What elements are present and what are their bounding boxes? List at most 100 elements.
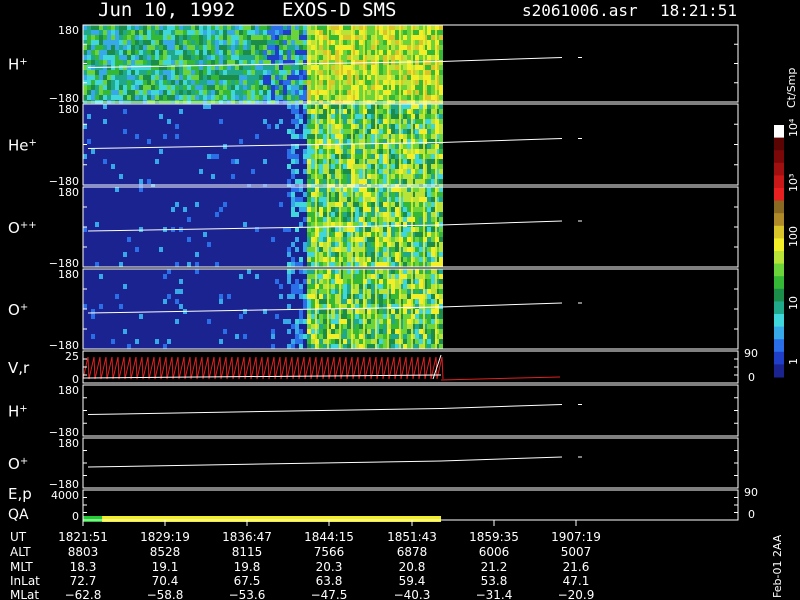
axis-value-ut: 1851:43 bbox=[387, 530, 437, 544]
panel-o-plus-plus: O++180−180 bbox=[8, 186, 739, 270]
axis-value-mlat: −40.3 bbox=[394, 588, 431, 600]
axis-row-label-alt: ALT bbox=[10, 545, 31, 559]
panel-o-plus: O+180−180 bbox=[8, 268, 739, 352]
right-tick-top: 90 bbox=[744, 347, 758, 360]
panel-vr: V,r250900 bbox=[8, 347, 758, 386]
colorbar-swatch bbox=[774, 288, 784, 302]
axis-row-label-ut: UT bbox=[10, 530, 27, 544]
axis-value-inlat: 63.8 bbox=[316, 574, 343, 588]
spectrogram-he-plus bbox=[83, 104, 443, 189]
colorbar-tick-label: 10³ bbox=[787, 174, 800, 192]
axis-value-mlt: 20.3 bbox=[316, 560, 343, 574]
colorbar-swatch bbox=[774, 351, 784, 365]
axis-row-label-mlt: MLT bbox=[10, 560, 33, 574]
axis-value-mlat: −62.8 bbox=[65, 588, 102, 600]
axis-value-inlat: 59.4 bbox=[399, 574, 426, 588]
axis-value-inlat: 53.8 bbox=[481, 574, 508, 588]
axis-value-ut: 1859:35 bbox=[469, 530, 519, 544]
colorbar-swatch bbox=[774, 339, 784, 353]
panel-stack: H+180−180He+180−180O++180−180O+180−180V,… bbox=[8, 24, 758, 523]
spectrogram-o-plus-plus bbox=[83, 187, 443, 267]
qa-segment-1 bbox=[102, 516, 442, 522]
panel-h-plus: H+180−180 bbox=[8, 24, 739, 105]
axis-value-mlat: −53.6 bbox=[229, 588, 266, 600]
colorbar-swatch bbox=[774, 326, 784, 340]
colorbar-swatch bbox=[774, 314, 784, 328]
spectrogram-o-plus bbox=[83, 269, 443, 349]
axis-value-mlat: −58.8 bbox=[147, 588, 184, 600]
y-tick-bottom: 0 bbox=[72, 510, 79, 523]
axis-value-ut: 1844:15 bbox=[304, 530, 354, 544]
axis-value-ut: 1836:47 bbox=[222, 530, 272, 544]
axis-value-alt: 8803 bbox=[68, 545, 99, 559]
y-tick-top: 4000 bbox=[51, 489, 79, 502]
axis-value-alt: 6006 bbox=[479, 545, 510, 559]
colorbar-tick-label: 100 bbox=[787, 226, 800, 247]
header-date: Jun 10, 1992 bbox=[98, 0, 235, 21]
colorbar-swatch bbox=[774, 251, 784, 265]
colorbar-swatch bbox=[774, 175, 784, 189]
axis-value-inlat: 67.5 bbox=[234, 574, 261, 588]
colorbar-swatch bbox=[774, 200, 784, 214]
axis-value-mlt: 21.2 bbox=[481, 560, 508, 574]
axis-value-ut: 1829:19 bbox=[140, 530, 190, 544]
ion-spectrogram-figure: Jun 10, 1992 EXOS-D SMS s2061006.asr 18:… bbox=[0, 0, 800, 600]
axis-value-mlat: −20.9 bbox=[558, 588, 595, 600]
colorbar-swatch bbox=[774, 150, 784, 164]
colorbar-tick-label: 10 bbox=[787, 296, 800, 310]
qa-segment-0 bbox=[83, 516, 103, 522]
axis-row-label-inlat: InLat bbox=[10, 574, 40, 588]
colorbar-swatch bbox=[774, 125, 784, 139]
header-time: 18:21:51 bbox=[660, 1, 737, 20]
axis-value-mlt: 18.3 bbox=[70, 560, 97, 574]
axis-value-inlat: 47.1 bbox=[563, 574, 590, 588]
colorbar-swatch bbox=[774, 301, 784, 315]
panel-ep-qa: E,p QA 4000 0 90 0 bbox=[8, 485, 758, 523]
colorbar-swatch bbox=[774, 162, 784, 176]
panel-h-plus-2: H+180−180 bbox=[8, 384, 739, 439]
colorbar-swatch bbox=[774, 276, 784, 290]
axis-value-alt: 8528 bbox=[150, 545, 181, 559]
header-file: s2061006.asr bbox=[522, 1, 638, 20]
axis-value-alt: 8115 bbox=[232, 545, 263, 559]
axis-value-mlt: 19.1 bbox=[152, 560, 179, 574]
right-tick-bottom: 0 bbox=[748, 508, 755, 521]
axis-value-mlt: 21.6 bbox=[563, 560, 590, 574]
axis-value-inlat: 70.4 bbox=[152, 574, 179, 588]
axis-value-alt: 7566 bbox=[314, 545, 345, 559]
axis-value-mlat: −47.5 bbox=[311, 588, 348, 600]
colorbar-swatch bbox=[774, 364, 784, 378]
y-tick-top: 180 bbox=[58, 24, 79, 37]
panel-he-plus: He+180−180 bbox=[8, 103, 739, 189]
panel-o-plus-2: O+180−180 bbox=[8, 437, 739, 491]
y-tick-top: 180 bbox=[58, 186, 79, 199]
version-stamp: Feb-01 2AA bbox=[771, 534, 784, 598]
colorbar-swatch bbox=[774, 225, 784, 239]
y-tick-top: 25 bbox=[65, 350, 79, 363]
y-tick-top: 180 bbox=[58, 268, 79, 281]
axis-row-label-mlat: MLat bbox=[10, 588, 39, 600]
colorbar-tick-label: 1 bbox=[787, 358, 800, 365]
axis-value-mlt: 19.8 bbox=[234, 560, 261, 574]
axis-value-mlt: 20.8 bbox=[399, 560, 426, 574]
axis-value-alt: 5007 bbox=[561, 545, 592, 559]
panel-label-ep-qa: E,p bbox=[8, 485, 32, 503]
colorbar-swatch bbox=[774, 188, 784, 202]
colorbar-swatch bbox=[774, 238, 784, 252]
panel-label-vr: V,r bbox=[8, 359, 30, 377]
axis-value-alt: 6878 bbox=[397, 545, 428, 559]
colorbar-swatch bbox=[774, 263, 784, 277]
colorbar-swatch bbox=[774, 213, 784, 227]
colorbar-unit-label: Ct/Smp bbox=[785, 68, 798, 108]
axis-value-mlat: −31.4 bbox=[476, 588, 513, 600]
y-tick-top: 180 bbox=[58, 437, 79, 450]
right-tick-bottom: 0 bbox=[748, 371, 755, 384]
colorbar-tick-label: 10⁴ bbox=[787, 118, 800, 137]
header-mission: EXOS-D SMS bbox=[282, 0, 396, 21]
y-tick-top: 180 bbox=[58, 103, 79, 116]
panel-label2-ep-qa: QA bbox=[8, 507, 29, 523]
axis-value-ut: 1907:19 bbox=[551, 530, 601, 544]
y-tick-top: 180 bbox=[58, 384, 79, 397]
axis-value-ut: 1821:51 bbox=[58, 530, 108, 544]
axis-value-inlat: 72.7 bbox=[70, 574, 97, 588]
